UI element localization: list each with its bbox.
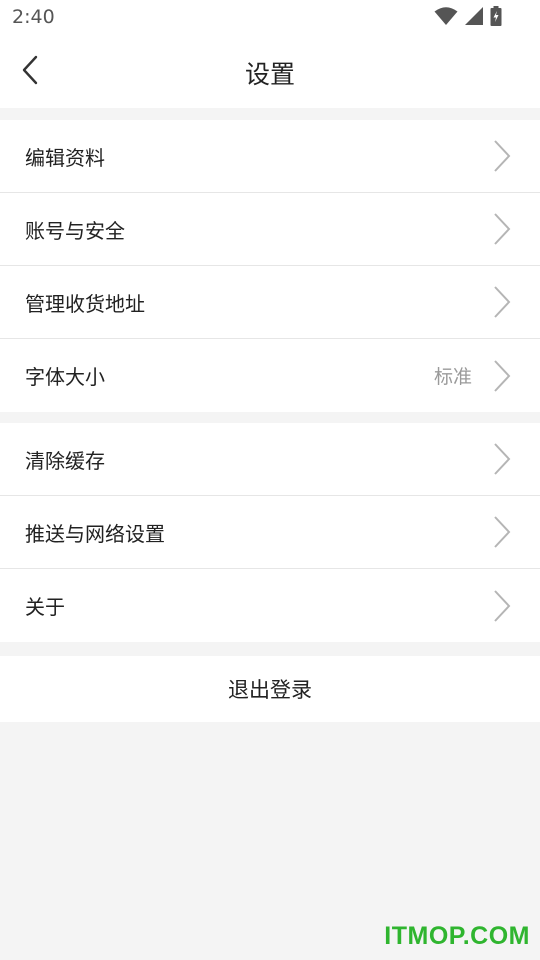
- settings-row-edit-profile[interactable]: 编辑资料: [0, 120, 540, 193]
- font-size-value: 标准: [433, 366, 472, 388]
- settings-row-push-network[interactable]: 推送与网络设置: [0, 496, 540, 569]
- settings-row-clear-cache[interactable]: 清除缓存: [0, 423, 540, 496]
- logout-label: 退出登录: [228, 678, 312, 702]
- settings-group-account: 编辑资料 账号与安全 管理收货地址 字体大小 标准: [0, 120, 540, 412]
- wifi-icon: [434, 6, 458, 30]
- row-label: 关于: [25, 595, 65, 619]
- status-time: 2:40: [12, 6, 55, 28]
- logout-button[interactable]: 退出登录: [0, 656, 540, 722]
- status-icons: [434, 6, 502, 30]
- settings-row-account-security[interactable]: 账号与安全: [0, 193, 540, 266]
- settings-group-general: 清除缓存 推送与网络设置 关于: [0, 423, 540, 642]
- chevron-right-icon: [494, 359, 511, 392]
- page-title: 设置: [244, 60, 295, 89]
- row-label: 清除缓存: [25, 448, 105, 473]
- cell-signal-icon: [464, 6, 484, 30]
- row-label: 账号与安全: [25, 218, 125, 243]
- row-label: 字体大小: [25, 365, 105, 389]
- settings-row-about[interactable]: 关于: [0, 569, 540, 642]
- row-label: 推送与网络设置: [25, 521, 165, 546]
- battery-charging-icon: [490, 6, 502, 30]
- row-label: 管理收货地址: [25, 291, 145, 316]
- row-label: 编辑资料: [25, 145, 105, 170]
- status-bar: 2:40: [0, 0, 540, 36]
- chevron-right-icon: [494, 140, 511, 172]
- chevron-right-icon: [494, 213, 511, 245]
- watermark: ITMOP.COM: [384, 922, 530, 950]
- chevron-right-icon: [494, 443, 511, 475]
- chevron-right-icon: [494, 286, 511, 318]
- settings-row-shipping-address[interactable]: 管理收货地址: [0, 266, 540, 339]
- chevron-right-icon: [494, 589, 511, 622]
- settings-row-font-size[interactable]: 字体大小 标准: [0, 339, 540, 412]
- title-bar: 设置: [0, 36, 540, 108]
- chevron-right-icon: [494, 516, 511, 548]
